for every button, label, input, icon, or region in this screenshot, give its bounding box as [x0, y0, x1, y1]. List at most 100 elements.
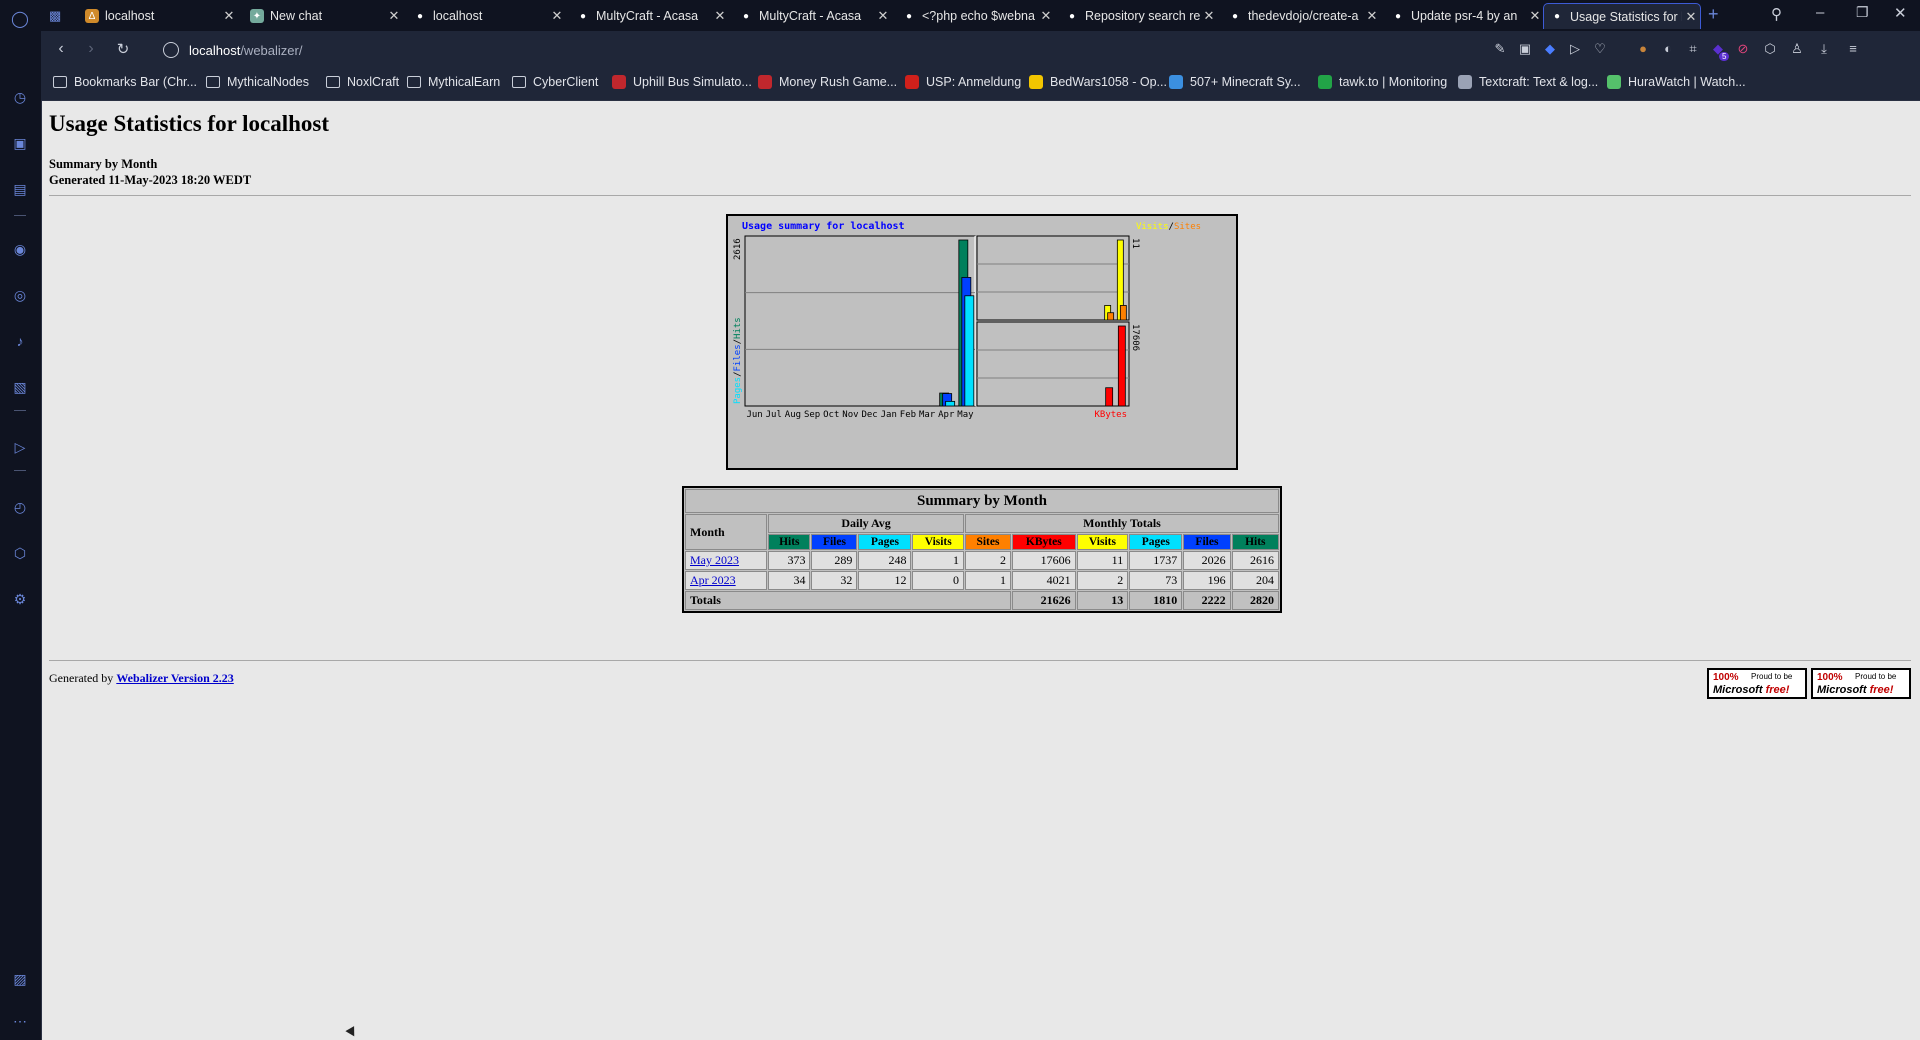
tab-title: localhost: [105, 9, 155, 23]
tab-close-icon[interactable]: ✕: [1682, 9, 1700, 25]
bookmark-item[interactable]: MythicalEarn: [407, 75, 500, 89]
hits-files-pages-panel: [744, 235, 976, 407]
opera-logo-icon[interactable]: ◯: [9, 8, 31, 30]
no-sign-icon[interactable]: ⊘: [1734, 40, 1752, 58]
browser-tab[interactable]: ● MultyCraft - Acasa ✕: [572, 3, 729, 29]
tab-close-icon[interactable]: ✕: [1363, 8, 1381, 24]
tab-close-icon[interactable]: ✕: [874, 8, 892, 24]
menu-icon[interactable]: ≡: [1844, 40, 1862, 58]
bar-sites: [1107, 312, 1115, 321]
browser-tab[interactable]: ● localhost ✕: [409, 3, 566, 29]
new-tab-button[interactable]: +: [1708, 4, 1719, 25]
speed-dial-icon[interactable]: ◷: [9, 86, 31, 108]
player-icon[interactable]: ▷: [9, 436, 31, 458]
bookmark-label: HuraWatch | Watch...: [1628, 75, 1746, 89]
table-cell: 1: [912, 551, 965, 570]
tab-close-icon[interactable]: ✕: [1526, 8, 1544, 24]
site-favicon-icon: [758, 75, 772, 89]
settings-icon[interactable]: ⚙: [9, 588, 31, 610]
browser-tab[interactable]: ● <?php echo $webna ✕: [898, 3, 1055, 29]
discord-icon[interactable]: ▧: [9, 376, 31, 398]
x-tick-label: Sep: [804, 410, 820, 420]
reload-button[interactable]: ↻: [113, 40, 133, 58]
tab-close-icon[interactable]: ✕: [385, 8, 403, 24]
gallery-icon[interactable]: ▨: [9, 968, 31, 990]
browser-tab[interactable]: ● thedevdojo/create-a ✕: [1224, 3, 1381, 29]
forward-button[interactable]: ›: [81, 40, 101, 58]
site-favicon-icon: [1169, 75, 1183, 89]
table-cell: 32: [811, 571, 858, 590]
download-icon[interactable]: ⤓: [1815, 40, 1833, 58]
tab-close-icon[interactable]: ✕: [711, 8, 729, 24]
bookmark-item[interactable]: tawk.to | Monitoring: [1318, 75, 1447, 89]
shield-icon[interactable]: ◆: [1541, 40, 1559, 58]
month-link[interactable]: Apr 2023: [690, 573, 736, 587]
heart-icon[interactable]: ♡: [1591, 40, 1609, 58]
table-caption-row: Summary by Month: [685, 489, 1279, 513]
footer-prefix: Generated by: [49, 671, 117, 685]
tab-bar-menu-icon[interactable]: ▩: [49, 8, 61, 24]
bookmark-item[interactable]: BedWars1058 - Op...: [1029, 75, 1167, 89]
cube-icon[interactable]: ⬡: [9, 542, 31, 564]
bookmark-item[interactable]: Money Rush Game...: [758, 75, 897, 89]
browser-tab[interactable]: ● Usage Statistics for l ✕: [1543, 3, 1701, 29]
tab-search-icon[interactable]: ⚲: [1771, 5, 1782, 23]
subtitle-generated: Generated 11-May-2023 18:20 WEDT: [49, 173, 252, 187]
tab-title: Update psr-4 by an: [1411, 9, 1518, 23]
x-tick-label: Mar: [919, 410, 936, 420]
camera-icon[interactable]: ▣: [1516, 40, 1534, 58]
page-subtitle: Summary by Month Generated 11-May-2023 1…: [49, 156, 251, 188]
microsoft-free-badge[interactable]: 100% Proud to be Microsoft free!: [1811, 668, 1911, 699]
tab-title: MultyCraft - Acasa: [596, 9, 699, 23]
bookmark-item[interactable]: CyberClient: [512, 75, 598, 89]
month-link[interactable]: May 2023: [690, 553, 739, 567]
whatsapp-icon[interactable]: ◎: [9, 284, 31, 306]
puzzle-icon[interactable]: ⌗: [1684, 40, 1702, 58]
browser-tab[interactable]: ● Update psr-4 by an ✕: [1387, 3, 1544, 29]
bookmark-item[interactable]: NoxlCraft: [326, 75, 399, 89]
bookmark-item[interactable]: 507+ Minecraft Sy...: [1169, 75, 1301, 89]
clock-icon[interactable]: ◴: [9, 496, 31, 518]
month-cell: Apr 2023: [685, 571, 768, 590]
bookmark-item[interactable]: Textcraft: Text & log...: [1458, 75, 1598, 89]
browser-tab[interactable]: Δlocalhost ✕: [81, 3, 238, 29]
tab-close-icon[interactable]: ✕: [548, 8, 566, 24]
browser-tab[interactable]: ✦ New chat ✕: [246, 3, 403, 29]
webalizer-link[interactable]: Webalizer Version 2.23: [116, 671, 233, 685]
close-window-button[interactable]: ✕: [1894, 4, 1907, 22]
bookmark-item[interactable]: MythicalNodes: [206, 75, 309, 89]
tab-close-icon[interactable]: ✕: [220, 8, 238, 24]
box-icon[interactable]: ⬡: [1761, 40, 1779, 58]
cookie-icon[interactable]: ●: [1634, 40, 1652, 58]
address-bar[interactable]: localhost/webalizer/: [163, 37, 1503, 63]
sidebar-separator: [14, 215, 26, 216]
restore-button[interactable]: ❐: [1856, 4, 1869, 21]
microsoft-free-badge[interactable]: 100% Proud to be Microsoft free!: [1707, 668, 1807, 699]
bookmark-item[interactable]: Bookmarks Bar (Chr...: [53, 75, 197, 89]
back-button[interactable]: ‹: [51, 40, 71, 58]
more-icon[interactable]: ⋯: [9, 1010, 31, 1032]
tab-close-icon[interactable]: ✕: [1200, 8, 1218, 24]
bookmark-label: Bookmarks Bar (Chr...: [74, 75, 197, 89]
edit-icon[interactable]: ✎: [1491, 40, 1509, 58]
messenger-icon[interactable]: ◉: [9, 238, 31, 260]
kbytes-legend: KBytes: [1094, 410, 1127, 420]
send-icon[interactable]: ▷: [1566, 40, 1584, 58]
table-cell: 289: [811, 551, 858, 570]
tab-bar: ▩ Δlocalhost ✕ ✦ New chat ✕ ● localhost ✕ ● Multy…: [41, 0, 1920, 31]
profile-icon[interactable]: ♙: [1788, 40, 1806, 58]
tab-favicon-icon: ●: [579, 10, 587, 22]
browser-tab[interactable]: ● Repository search re ✕: [1061, 3, 1218, 29]
bookmark-item[interactable]: USP: Anmeldung: [905, 75, 1021, 89]
badge-proud: Proud to be: [1751, 672, 1793, 681]
tab-close-icon[interactable]: ✕: [1037, 8, 1055, 24]
tiktok-icon[interactable]: ♪: [9, 330, 31, 352]
briefcase-icon[interactable]: ▣: [9, 132, 31, 154]
bookmark-item[interactable]: Uphill Bus Simulato...: [612, 75, 752, 89]
browser-tab[interactable]: ● MultyCraft - Acasa ✕: [735, 3, 892, 29]
vpn-icon[interactable]: ◐: [1659, 40, 1677, 58]
history-panel-icon[interactable]: ▤: [9, 178, 31, 200]
minimize-button[interactable]: –: [1816, 4, 1824, 21]
bar-sites: [1119, 305, 1127, 321]
bookmark-item[interactable]: HuraWatch | Watch...: [1607, 75, 1746, 89]
